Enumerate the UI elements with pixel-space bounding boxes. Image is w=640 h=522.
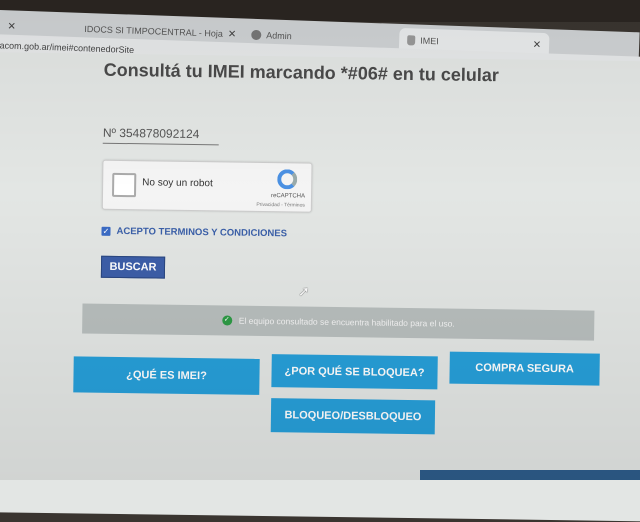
page-title: Consultá tu IMEI marcando *#06# en tu ce… [104, 60, 499, 87]
page-content: Consultá tu IMEI marcando *#06# en tu ce… [0, 52, 640, 522]
recaptcha-logo-icon [277, 169, 297, 189]
captcha-label: No soy un robot [142, 177, 213, 189]
checkbox-checked-icon[interactable]: ✓ [101, 227, 110, 236]
status-message: El equipo consultado se encuentra habili… [239, 316, 455, 329]
imei-input[interactable]: Nº 354878092124 [103, 126, 219, 146]
mouse-cursor-icon: ➚ [298, 283, 310, 300]
terms-checkbox-row[interactable]: ✓ ACEPTO TERMINOS Y CONDICIONES [101, 226, 287, 240]
status-banner: ✓ El equipo consultado se encuentra habi… [82, 303, 594, 340]
tab-label: Admin [266, 30, 292, 41]
search-button[interactable]: BUSCAR [101, 256, 165, 279]
block-unblock-button[interactable]: BLOQUEO/DESBLOQUEO [271, 398, 435, 434]
taskbar-edge [420, 470, 640, 480]
captcha-checkbox[interactable] [112, 173, 136, 197]
lock-icon [407, 35, 415, 45]
close-icon[interactable]: ✕ [7, 21, 16, 32]
globe-icon [251, 30, 261, 40]
recaptcha-widget: No soy un robot reCAPTCHA Privacidad - T… [102, 160, 313, 213]
captcha-links[interactable]: Privacidad - Términos [256, 202, 305, 209]
tab-label: IDOCS SI TIMPOCENTRAL - Hoja [84, 24, 223, 39]
check-circle-icon: ✓ [222, 315, 232, 325]
close-icon[interactable]: ✕ [228, 28, 237, 39]
why-blocked-button[interactable]: ¿POR QUÉ SE BLOQUEA? [271, 354, 437, 389]
what-is-imei-button[interactable]: ¿QUÉ ES IMEI? [73, 356, 259, 395]
close-icon[interactable]: ✕ [533, 39, 542, 50]
captcha-brand: reCAPTCHA [271, 193, 305, 199]
safe-purchase-button[interactable]: COMPRA SEGURA [449, 352, 599, 386]
terms-label: ACEPTO TERMINOS Y CONDICIONES [116, 226, 287, 239]
tab-label: IMEI [420, 36, 439, 47]
